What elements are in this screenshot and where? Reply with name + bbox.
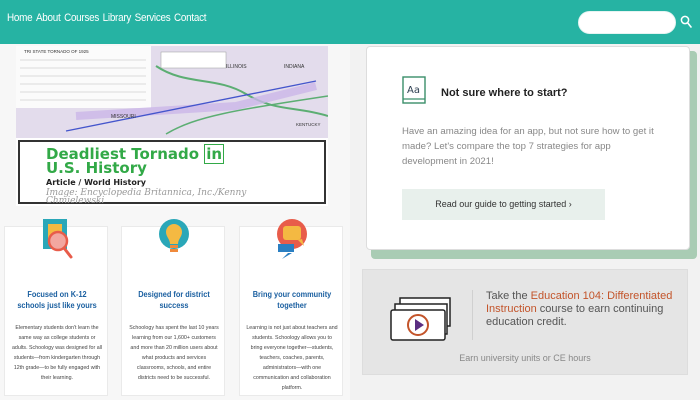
feature-body: Elementary students don't learn the same…: [11, 325, 103, 381]
feature-body: Learning is not just about teachers and …: [246, 325, 338, 391]
search-box: [578, 11, 676, 34]
svg-text:Aa: Aa: [407, 85, 420, 96]
feature-title: Designed for district success: [138, 290, 210, 310]
feature-title: Bring your community together: [252, 290, 332, 310]
video-lessons-icon: [390, 297, 451, 341]
feature-card-community: Bring your community together Learning i…: [239, 219, 343, 396]
article-card[interactable]: TRI STATE TORNADO OF 1925 MISSOURI ILLIN…: [16, 46, 328, 206]
feature-body: Schoology has spent the last 10 years le…: [129, 325, 219, 381]
map-label-illinois: ILLINOIS: [226, 64, 247, 70]
guide-title: Not sure where to start?: [441, 87, 568, 99]
chat-icon: [277, 219, 307, 259]
nav-link-home[interactable]: Home: [7, 12, 33, 24]
nav-link-services[interactable]: Services: [135, 12, 171, 24]
feature-title: Focused on K-12 schools just like yours: [17, 290, 97, 310]
article-headline[interactable]: Deadliest Tornado in U.S. History: [46, 144, 276, 176]
read-guide-button[interactable]: Read our guide to getting started ›: [402, 189, 605, 220]
top-nav: Home About Courses Library Services Cont…: [0, 0, 700, 44]
image-credit: Image: Encyclopedia Britannica, Inc./Ken…: [46, 188, 247, 206]
divider: [472, 290, 473, 340]
nav-link-contact[interactable]: Contact: [174, 12, 206, 24]
lightbulb-icon: [159, 219, 189, 252]
course-footer: Earn university units or CE hours: [459, 353, 591, 363]
magnifier-icon: [43, 219, 73, 259]
map-label-indiana: INDIANA: [284, 64, 305, 70]
article-caption: Deadliest Tornado in U.S. History Article…: [18, 140, 326, 206]
map-legend-title: TRI STATE TORNADO OF 1925: [24, 49, 89, 54]
search-input[interactable]: [579, 12, 675, 33]
nav-link-courses[interactable]: Courses: [64, 12, 99, 24]
map-label-kentucky: KENTUCKY: [296, 122, 321, 127]
course-promo-text: Take the Education 104: Differentiated I…: [486, 290, 673, 328]
article-category: Article / World History: [46, 178, 147, 187]
tornado-map-image: TRI STATE TORNADO OF 1925 MISSOURI ILLIN…: [16, 46, 328, 138]
search-icon[interactable]: [680, 15, 692, 29]
feature-cards: Focused on K-12 schools just like yours …: [0, 208, 350, 400]
nav-link-library[interactable]: Library: [103, 12, 132, 24]
nav-links: Home About Courses Library Services Cont…: [7, 12, 207, 24]
map-label-missouri: MISSOURI: [111, 114, 136, 120]
nav-link-about[interactable]: About: [36, 12, 61, 24]
guide-body: Have an amazing idea for an app, but not…: [402, 126, 654, 167]
feature-card-k12: Focused on K-12 schools just like yours …: [4, 219, 108, 396]
feature-card-district: Designed for district success Schoology …: [121, 219, 225, 396]
book-icon: Aa: [402, 76, 426, 104]
